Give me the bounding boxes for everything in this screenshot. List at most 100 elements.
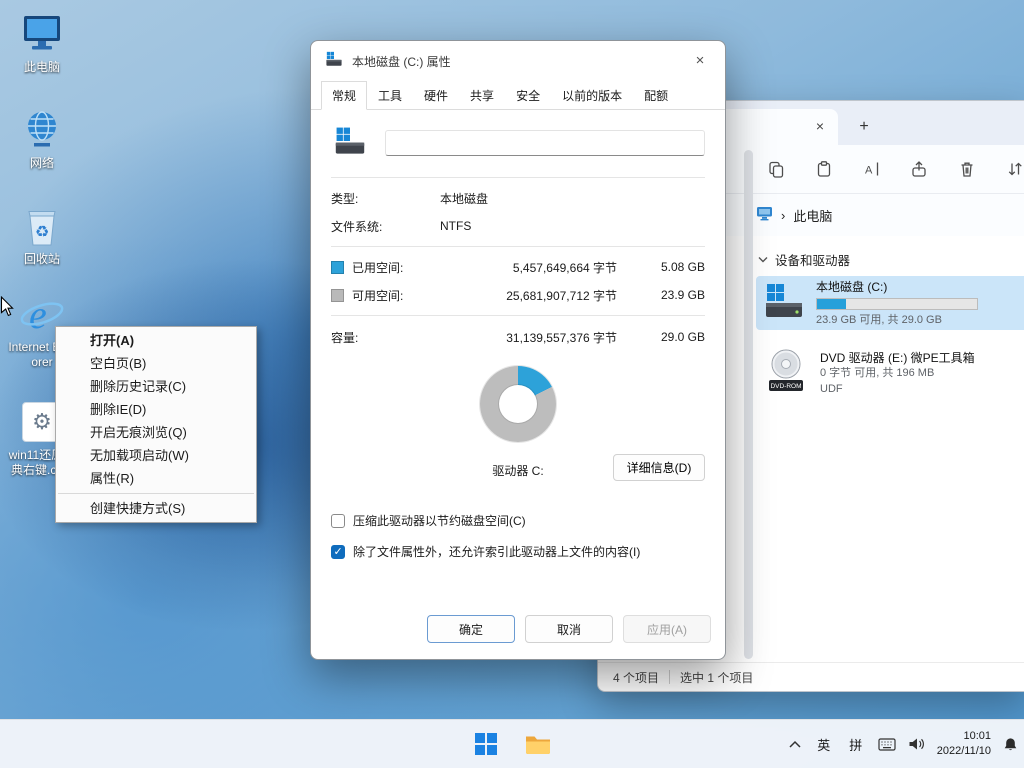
menu-item-delete-ie[interactable]: 删除IE(D) [56, 398, 256, 421]
capacity-donut [480, 366, 556, 442]
menu-item-create-shortcut[interactable]: 创建快捷方式(S) [56, 497, 256, 520]
date: 2022/11/10 [937, 744, 991, 759]
delete-icon[interactable] [957, 159, 977, 179]
desktop: 此电脑 网络 ♻ 回收站 e Internet Explorer ⚙ win11… [0, 0, 1024, 768]
sort-icon[interactable] [1005, 159, 1024, 179]
filesystem-value: NTFS [440, 219, 471, 233]
used-space-swatch [331, 261, 344, 274]
divider [331, 177, 705, 178]
disk-properties-dialog: 本地磁盘 (C:) 属性 × 常规 工具 硬件 共享 安全 以前的版本 配额 类… [310, 40, 726, 660]
dialog-title: 本地磁盘 (C:) 属性 [352, 53, 685, 70]
svg-text:A: A [865, 165, 873, 177]
drive-small-icon [325, 51, 343, 72]
details-button[interactable]: 详细信息(D) [613, 454, 705, 481]
tab-sharing[interactable]: 共享 [459, 81, 505, 110]
notification-bell-icon[interactable] [1003, 737, 1018, 752]
dialog-footer: 确定 取消 应用(A) [311, 601, 725, 659]
free-space-swatch [331, 289, 344, 302]
menu-item-no-addons[interactable]: 无加载项启动(W) [56, 444, 256, 467]
svg-text:♻: ♻ [35, 224, 49, 241]
menu-item-open[interactable]: 打开(A) [56, 329, 256, 352]
tray-expand-icon[interactable] [788, 739, 802, 749]
group-header-devices[interactable]: 设备和驱动器 [758, 250, 850, 269]
menu-item-inprivate[interactable]: 开启无痕浏览(Q) [56, 421, 256, 444]
used-space-bytes: 5,457,649,664 字节 [440, 259, 643, 276]
used-space-gb: 5.08 GB [643, 260, 705, 274]
divider [331, 315, 705, 316]
share-icon[interactable] [909, 159, 929, 179]
drive-item-c[interactable]: 本地磁盘 (C:) 23.9 GB 可用, 共 29.0 GB [756, 276, 1024, 330]
menu-item-properties[interactable]: 属性(R) [56, 467, 256, 490]
capacity-bytes: 31,139,557,376 字节 [440, 329, 643, 346]
drive-name: DVD 驱动器 (E:) 微PE工具箱 [820, 349, 975, 366]
menu-item-delete-history[interactable]: 删除历史记录(C) [56, 375, 256, 398]
index-checkbox-label: 除了文件属性外，还允许索引此驱动器上文件的内容(I) [353, 543, 640, 560]
file-explorer-taskbar-button[interactable] [520, 726, 556, 762]
desktop-icon-label: 网络 [8, 156, 76, 171]
time: 10:01 [937, 729, 991, 744]
type-value: 本地磁盘 [440, 190, 488, 207]
tab-close-icon[interactable]: × [810, 117, 830, 137]
new-tab-button[interactable]: + [852, 115, 876, 139]
cancel-button[interactable]: 取消 [525, 615, 613, 643]
status-bar: 4 个项目 选中 1 个项目 [598, 662, 1024, 691]
touch-keyboard-icon[interactable] [878, 738, 896, 751]
status-item-count: 4 个项目 [613, 669, 659, 686]
clock[interactable]: 10:01 2022/11/10 [937, 729, 991, 759]
dialog-title-bar[interactable]: 本地磁盘 (C:) 属性 × [311, 41, 725, 81]
tab-general[interactable]: 常规 [321, 81, 367, 110]
tab-tools[interactable]: 工具 [367, 81, 413, 110]
drive-usage-fill [817, 299, 846, 309]
used-space-label: 已用空间: [352, 259, 440, 276]
menu-item-blank-page[interactable]: 空白页(B) [56, 352, 256, 375]
divider [331, 246, 705, 247]
close-icon[interactable]: × [685, 48, 715, 74]
dialog-tab-strip: 常规 工具 硬件 共享 安全 以前的版本 配额 [311, 81, 725, 110]
drive-usage-bar [816, 298, 978, 310]
tab-previous-versions[interactable]: 以前的版本 [551, 81, 633, 110]
drive-free-text: 0 字节 可用, 共 196 MB [820, 366, 975, 382]
this-pc-small-icon [756, 206, 773, 224]
status-divider [669, 670, 670, 684]
type-label: 类型: [331, 190, 440, 207]
rename-icon[interactable]: A [862, 159, 882, 179]
volume-label-input[interactable] [385, 130, 705, 156]
tab-security[interactable]: 安全 [505, 81, 551, 110]
compress-checkbox[interactable] [331, 514, 345, 528]
copy-icon[interactable] [766, 159, 786, 179]
status-selected-count: 选中 1 个项目 [680, 669, 753, 686]
dvd-drive-icon: DVD-ROM [764, 348, 808, 399]
general-tab-page: 类型: 本地磁盘 文件系统: NTFS 已用空间: 5,457,649,664 … [311, 110, 725, 601]
volume-icon[interactable] [908, 737, 925, 751]
scrollbar[interactable] [744, 150, 753, 659]
svg-text:e: e [29, 292, 47, 337]
svg-text:DVD-ROM: DVD-ROM [770, 383, 801, 390]
context-menu: 打开(A) 空白页(B) 删除历史记录(C) 删除IE(D) 开启无痕浏览(Q)… [55, 326, 257, 523]
capacity-label: 容量: [331, 329, 440, 346]
folder-icon [525, 733, 551, 755]
chevron-down-icon [758, 256, 768, 263]
desktop-icon-label: 回收站 [8, 252, 76, 267]
this-pc-icon [8, 10, 76, 58]
drive-filesystem: UDF [820, 382, 975, 398]
drive-caption: 驱动器 C: [492, 462, 543, 479]
breadcrumb-chevron: › [781, 208, 785, 223]
desktop-icon-recycle-bin[interactable]: ♻ 回收站 [8, 202, 76, 267]
index-checkbox[interactable] [331, 545, 345, 559]
ime-pinyin-indicator[interactable]: 拼 [846, 735, 866, 754]
desktop-icon-label: 此电脑 [8, 60, 76, 75]
tab-hardware[interactable]: 硬件 [413, 81, 459, 110]
windows-logo-icon [475, 733, 497, 755]
free-space-label: 可用空间: [352, 287, 440, 304]
paste-icon[interactable] [814, 159, 834, 179]
ime-language-indicator[interactable]: 英 [814, 735, 834, 754]
ok-button[interactable]: 确定 [427, 615, 515, 643]
breadcrumb[interactable]: 此电脑 [793, 206, 832, 225]
desktop-icon-network[interactable]: 网络 [8, 106, 76, 171]
start-button[interactable] [468, 726, 504, 762]
desktop-icon-this-pc[interactable]: 此电脑 [8, 10, 76, 75]
free-space-bytes: 25,681,907,712 字节 [440, 287, 643, 304]
tab-quota[interactable]: 配额 [633, 81, 679, 110]
menu-separator [58, 493, 254, 494]
drive-item-dvd[interactable]: DVD-ROM DVD 驱动器 (E:) 微PE工具箱 0 字节 可用, 共 1… [756, 338, 1024, 408]
